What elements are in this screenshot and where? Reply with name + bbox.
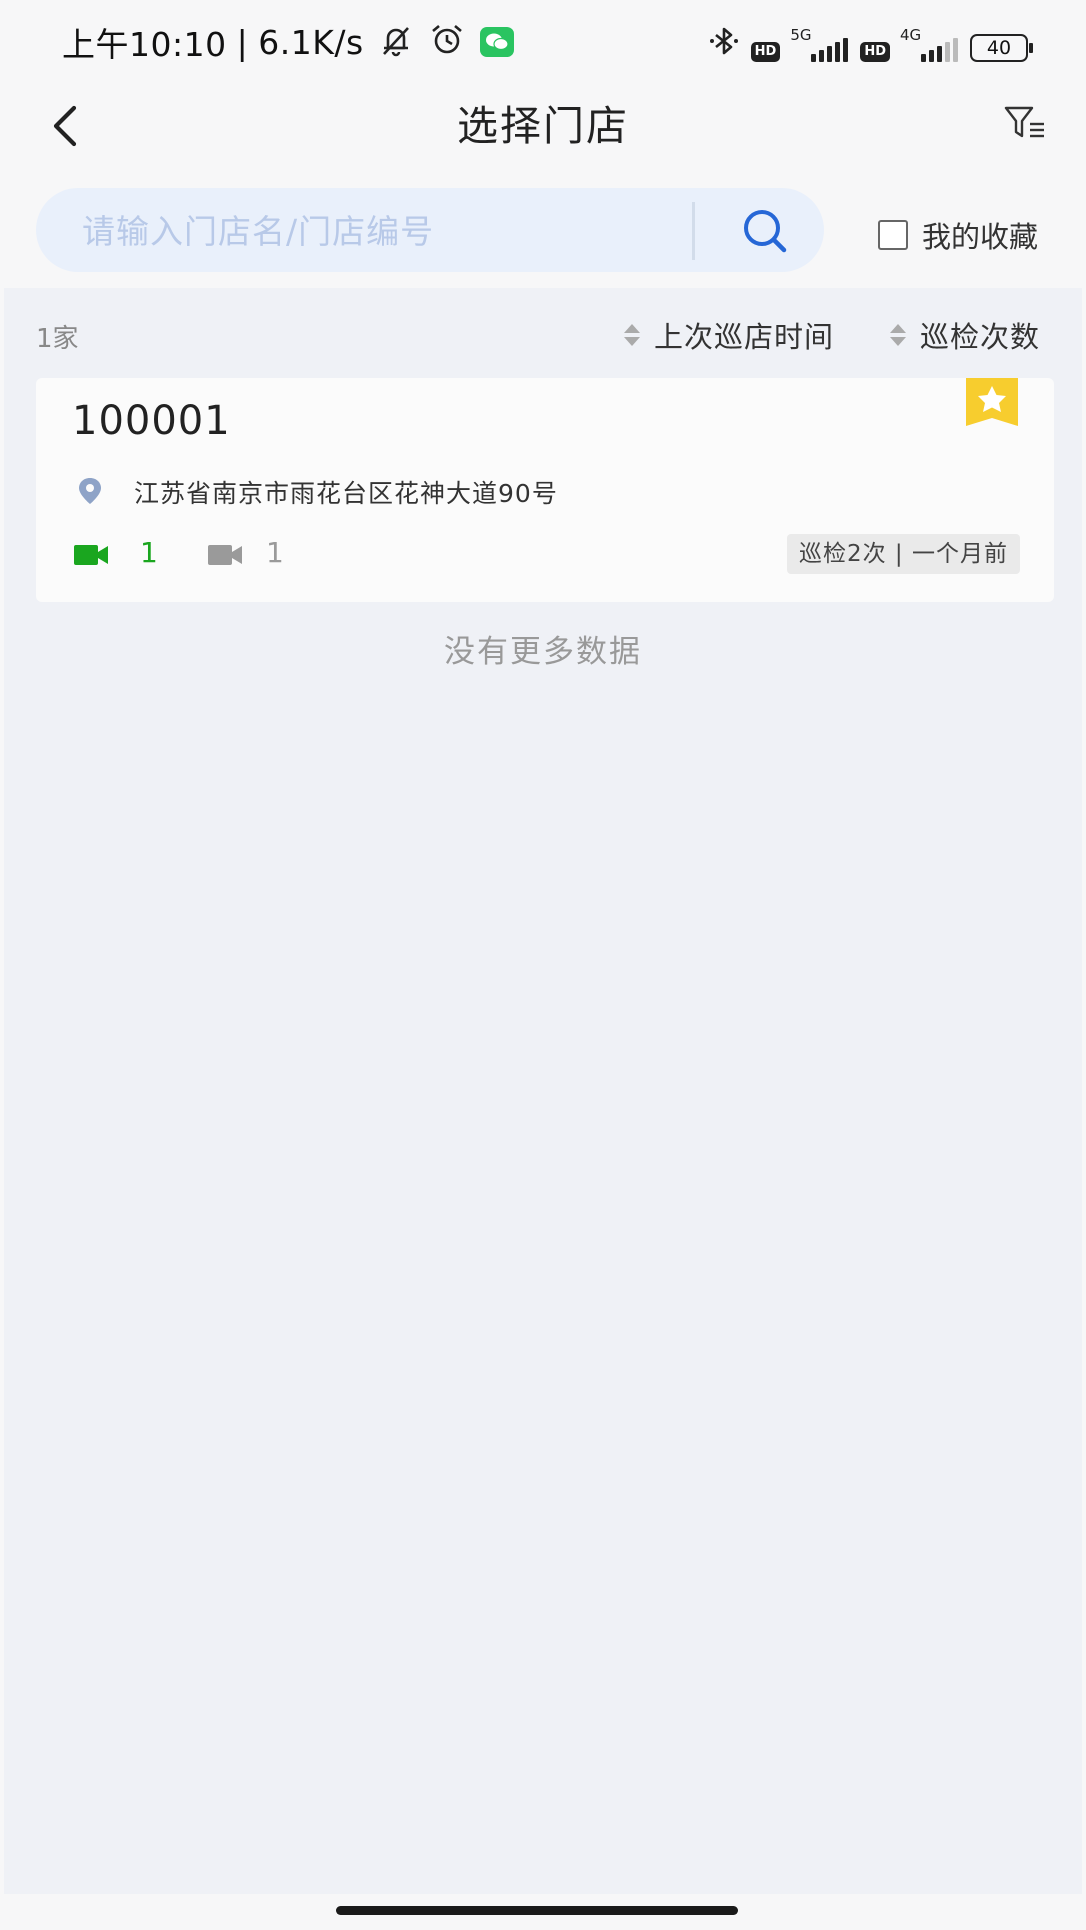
signal-5g-label: 5G — [790, 26, 812, 44]
bell-off-icon — [378, 22, 414, 62]
status-separator: | — [236, 22, 249, 62]
online-camera-count: 1 — [140, 536, 158, 569]
nav-header: 选择门店 — [0, 84, 1086, 184]
status-bar-right: HD 5G HD 4G 40 — [707, 24, 1033, 62]
no-more-data: 没有更多数据 — [444, 634, 642, 670]
store-list-area[interactable]: 1家 上次巡店时间 巡检次数 100001 江苏省南京市雨花台区花神大道90号 — [4, 288, 1082, 1894]
sort-label: 上次巡店时间 — [654, 320, 835, 354]
store-id: 100001 — [72, 398, 231, 444]
sort-inspection-count[interactable]: 巡检次数 — [890, 314, 1040, 356]
store-address: 江苏省南京市雨花台区花神大道90号 — [134, 479, 558, 508]
status-net-speed: 6.1K/s — [258, 22, 364, 62]
search-divider — [692, 202, 695, 260]
favorites-checkbox[interactable] — [878, 220, 908, 250]
filter-button[interactable] — [1002, 100, 1048, 146]
filter-list-icon — [1004, 106, 1044, 138]
battery-icon: 40 — [970, 34, 1033, 62]
page-title: 选择门店 — [457, 102, 629, 150]
search-row: 我的收藏 — [0, 184, 1086, 288]
alarm-clock-icon — [428, 22, 466, 62]
signal-4g-label: 4G — [900, 26, 922, 44]
status-time: 上午10:10 — [62, 25, 227, 64]
search-input[interactable] — [80, 188, 704, 274]
sort-arrows-icon — [624, 324, 640, 346]
status-bar: 上午10:10 | 6.1K/s HD 5G HD 4G 40 — [0, 0, 1086, 84]
inspection-tag: 巡检2次 | 一个月前 — [786, 534, 1020, 574]
sort-arrows-icon — [890, 324, 906, 346]
hd-badge: HD — [750, 42, 781, 62]
hd-badge-2: HD — [860, 42, 890, 62]
wechat-icon — [479, 27, 514, 57]
favorites-label: 我的收藏 — [922, 220, 1039, 254]
signal-4g-icon: 4G — [900, 26, 960, 62]
online-camera-icon — [74, 542, 110, 568]
bluetooth-icon — [707, 24, 741, 62]
offline-camera-icon — [208, 542, 244, 568]
favorite-star-icon[interactable] — [966, 378, 1018, 426]
home-indicator[interactable] — [336, 1906, 738, 1915]
sort-last-patrol-time[interactable]: 上次巡店时间 — [624, 314, 834, 356]
signal-5g-icon: 5G — [790, 26, 850, 62]
favorites-filter[interactable]: 我的收藏 — [878, 214, 1038, 256]
search-icon — [744, 210, 787, 253]
offline-camera-count: 1 — [266, 536, 284, 569]
store-card[interactable]: 100001 江苏省南京市雨花台区花神大道90号 1 1 巡检2次 | 一个月前 — [36, 378, 1054, 602]
store-count: 1家 — [36, 324, 79, 354]
search-button[interactable] — [736, 202, 794, 260]
location-pin-icon — [76, 476, 104, 506]
search-bar — [36, 188, 824, 274]
status-bar-left: 上午10:10 | 6.1K/s — [62, 18, 514, 66]
sort-label: 巡检次数 — [920, 320, 1041, 354]
